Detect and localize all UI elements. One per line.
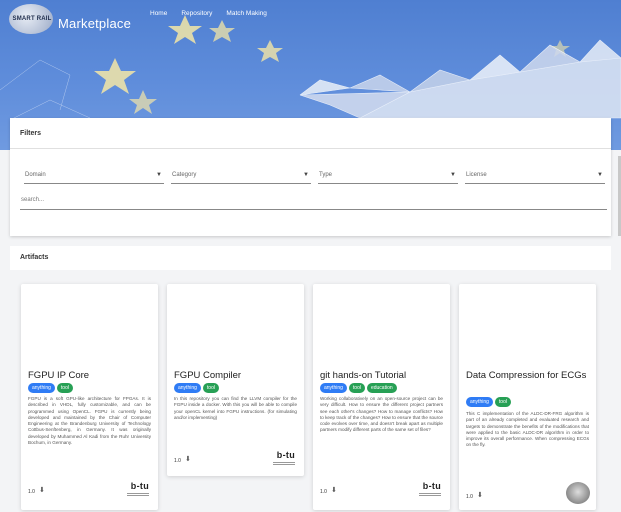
filters-title: Filters xyxy=(20,130,42,137)
nav-repository-link[interactable]: Repository xyxy=(181,10,212,17)
filters-divider xyxy=(10,148,611,149)
tag-tool[interactable]: tool xyxy=(56,383,73,393)
card-tags: anything tool education xyxy=(320,383,397,393)
search-placeholder: search... xyxy=(21,197,45,203)
license-select-label: License xyxy=(466,172,487,178)
chevron-down-icon: ▼ xyxy=(450,172,456,178)
btu-logo-subtitle xyxy=(419,493,441,499)
license-select[interactable]: License ▼ xyxy=(465,168,605,184)
tag-anything[interactable]: anything xyxy=(174,383,201,393)
card-version: 1.0 xyxy=(466,494,473,500)
card-version: 1.0 xyxy=(320,489,327,495)
robot-logo xyxy=(566,482,590,504)
category-select-label: Category xyxy=(172,172,197,178)
btu-logo-subtitle xyxy=(127,493,149,499)
tag-anything[interactable]: anything xyxy=(28,383,55,393)
card-description: This C implementation of the ALDC-DR-FRG… xyxy=(466,411,589,448)
artifact-card-git-tutorial[interactable]: git hands-on Tutorial anything tool educ… xyxy=(313,284,450,510)
card-title: FGPU IP Core xyxy=(28,370,90,381)
domain-select-label: Domain xyxy=(25,172,46,178)
card-title: git hands-on Tutorial xyxy=(320,370,407,381)
card-tags: anything tool xyxy=(466,397,511,407)
card-version: 1.0 xyxy=(28,489,35,495)
nav-match-making-link[interactable]: Match Making xyxy=(226,10,266,17)
logo[interactable]: SMART RAIL xyxy=(9,4,53,34)
card-version: 1.0 xyxy=(174,458,181,464)
artifacts-header: Artifacts xyxy=(10,246,611,270)
card-tags: anything tool xyxy=(174,383,219,393)
artifact-card-data-compression[interactable]: Data Compression for ECGs anything tool … xyxy=(459,284,596,510)
category-select[interactable]: Category ▼ xyxy=(171,168,311,184)
nav-home-link[interactable]: Home xyxy=(150,10,167,17)
download-icon[interactable]: ⬇ xyxy=(185,455,191,463)
artifacts-title: Artifacts xyxy=(20,254,49,261)
btu-logo: b-tu xyxy=(130,481,149,491)
btu-logo: b-tu xyxy=(422,481,441,491)
download-icon[interactable]: ⬇ xyxy=(39,486,45,494)
logo-text: SMART RAIL xyxy=(12,16,52,22)
type-select[interactable]: Type ▼ xyxy=(318,168,458,184)
card-description: Working collaboratively on an open-sourc… xyxy=(320,396,443,433)
download-icon[interactable]: ⬇ xyxy=(477,491,483,499)
card-description: FGPU is a soft GPU-like architecture for… xyxy=(28,396,151,446)
filters-panel: Filters Domain ▼ Category ▼ Type ▼ Licen… xyxy=(10,118,611,236)
download-icon[interactable]: ⬇ xyxy=(331,486,337,494)
btu-logo: b-tu xyxy=(276,450,295,460)
brand-title: Marketplace xyxy=(58,16,132,31)
card-description: In this repository you can find the LLVM… xyxy=(174,396,297,420)
artifact-card-fgpu-compiler[interactable]: FGPU Compiler anything tool In this repo… xyxy=(167,284,304,476)
chevron-down-icon: ▼ xyxy=(597,172,603,178)
chevron-down-icon: ▼ xyxy=(303,172,309,178)
domain-select[interactable]: Domain ▼ xyxy=(24,168,164,184)
card-title: FGPU Compiler xyxy=(174,370,242,381)
tag-tool[interactable]: tool xyxy=(494,397,511,407)
tag-education[interactable]: education xyxy=(366,383,397,393)
tag-anything[interactable]: anything xyxy=(466,397,493,407)
artifact-card-fgpu-ip-core[interactable]: FGPU IP Core anything tool FGPU is a sof… xyxy=(21,284,158,510)
btu-logo-subtitle xyxy=(273,462,295,468)
tag-tool[interactable]: tool xyxy=(348,383,365,393)
chevron-down-icon: ▼ xyxy=(156,172,162,178)
search-input[interactable]: search... xyxy=(20,196,607,210)
tag-tool[interactable]: tool xyxy=(202,383,219,393)
card-tags: anything tool xyxy=(28,383,73,393)
type-select-label: Type xyxy=(319,172,333,178)
card-title: Data Compression for ECGs xyxy=(466,370,587,381)
top-nav: Home Repository Match Making xyxy=(150,10,267,17)
tag-anything[interactable]: anything xyxy=(320,383,347,393)
